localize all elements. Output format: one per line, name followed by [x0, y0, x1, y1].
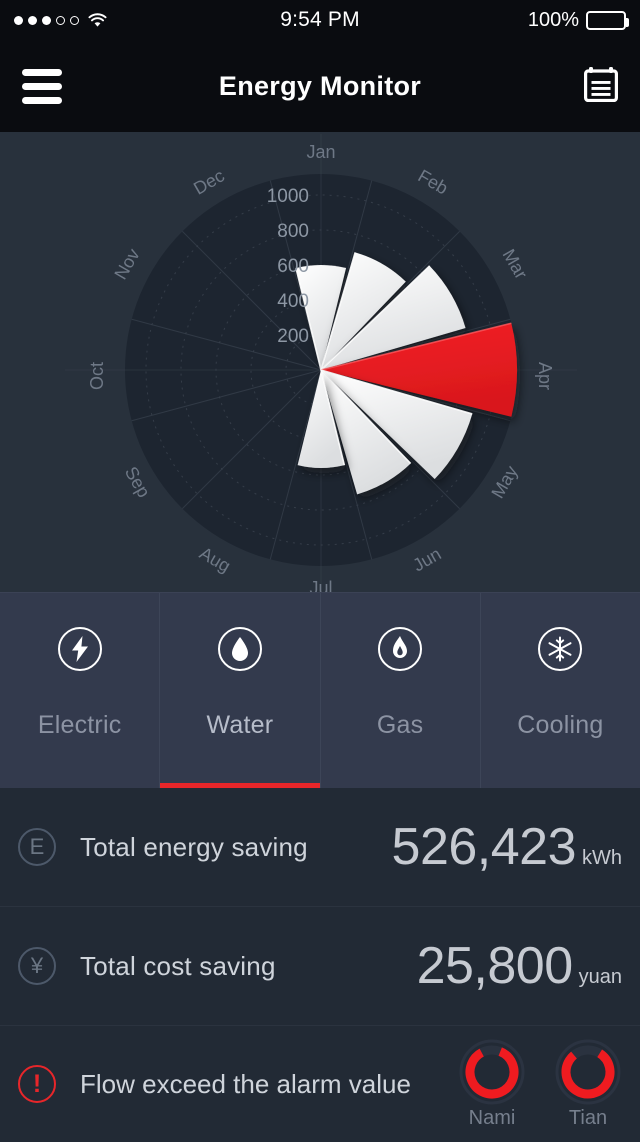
- radial-tick-label: 400: [277, 291, 309, 312]
- alarm-label: Flow exceed the alarm value: [80, 1068, 411, 1099]
- radial-tick-label: 200: [277, 326, 309, 347]
- tab-label-water: Water: [206, 711, 274, 739]
- stat-label: Total energy saving: [80, 831, 308, 862]
- stat-value-group: 526,423 kWh: [392, 817, 622, 877]
- stat-value-group: 25,800 yuan: [417, 936, 622, 996]
- month-label-jun: Jun: [409, 544, 444, 576]
- tab-gas[interactable]: Gas: [321, 593, 481, 788]
- radial-tick-label: 1000: [267, 186, 309, 207]
- tab-label-electric: Electric: [37, 711, 122, 739]
- stat-row-cost-saving: ¥ Total cost saving 25,800 yuan: [0, 907, 640, 1026]
- month-label-apr: Apr: [535, 362, 555, 390]
- month-label-jan: Jan: [306, 142, 335, 162]
- alarm-gauges: Nami Tian: [458, 1039, 622, 1130]
- month-label-may: May: [487, 462, 521, 501]
- polar-rose-chart[interactable]: 1000 800 600 400 200 Jan Feb Mar Apr May Jun Jul Aug…: [0, 132, 640, 592]
- energy-e-icon: E: [18, 828, 56, 866]
- tab-underline: [321, 783, 480, 788]
- stat-value: 25,800: [416, 937, 574, 995]
- snowflake-icon: [538, 627, 583, 671]
- tab-label-gas: Gas: [376, 711, 424, 739]
- month-label-feb: Feb: [415, 166, 452, 199]
- tab-underline: [481, 783, 640, 788]
- status-bar: 9:54 PM 100%: [0, 0, 640, 40]
- category-tab-bar: Electric Water Gas Cooling: [0, 592, 640, 788]
- tab-underline-active: [160, 783, 320, 788]
- month-label-oct: Oct: [87, 362, 107, 390]
- gauge-ring-tian: [555, 1039, 621, 1104]
- tab-water[interactable]: Water: [160, 593, 321, 788]
- month-label-jul: Jul: [309, 578, 332, 592]
- stat-label: Total cost saving: [80, 950, 276, 981]
- flame-icon: [378, 627, 423, 671]
- water-drop-icon: [217, 627, 262, 671]
- hamburger-menu-icon[interactable]: [22, 68, 62, 104]
- nav-bar: Energy Monitor: [0, 40, 640, 132]
- lightning-bolt-icon: [57, 627, 102, 671]
- gauge-label-nami: Nami: [468, 1106, 516, 1129]
- gauge-ring-nami: [459, 1039, 525, 1104]
- month-label-mar: Mar: [499, 246, 532, 283]
- page-title: Energy Monitor: [218, 70, 422, 101]
- alarm-row[interactable]: ! Flow exceed the alarm value Nami Tian: [0, 1026, 640, 1142]
- month-label-sep: Sep: [121, 463, 154, 501]
- tab-electric[interactable]: Electric: [0, 593, 161, 788]
- stat-value: 526,423: [391, 818, 577, 876]
- gauge-nami[interactable]: Nami: [458, 1039, 526, 1130]
- gauge-label-tian: Tian: [568, 1106, 608, 1129]
- clipboard-calendar-icon[interactable]: [584, 66, 618, 107]
- stat-row-energy-saving: E Total energy saving 526,423 kWh: [0, 788, 640, 907]
- gauge-tian[interactable]: Tian: [554, 1039, 622, 1130]
- tab-label-cooling: Cooling: [517, 711, 604, 739]
- month-label-dec: Dec: [190, 165, 228, 198]
- radial-tick-label: 800: [277, 221, 309, 242]
- radial-tick-label: 600: [277, 256, 309, 277]
- alert-exclamation-icon: !: [18, 1065, 56, 1103]
- status-time: 9:54 PM: [280, 8, 360, 31]
- stat-unit: yuan: [578, 966, 622, 988]
- rose-chart-svg: 1000 800 600 400 200 Jan Feb Mar Apr May Jun Jul Aug…: [65, 134, 577, 592]
- stat-unit: kWh: [582, 847, 622, 869]
- battery-icon: [586, 10, 629, 30]
- month-label-nov: Nov: [110, 245, 143, 283]
- yuan-currency-icon: ¥: [18, 947, 56, 985]
- tab-underline: [0, 783, 159, 788]
- tab-cooling[interactable]: Cooling: [481, 593, 640, 788]
- month-label-aug: Aug: [196, 543, 234, 576]
